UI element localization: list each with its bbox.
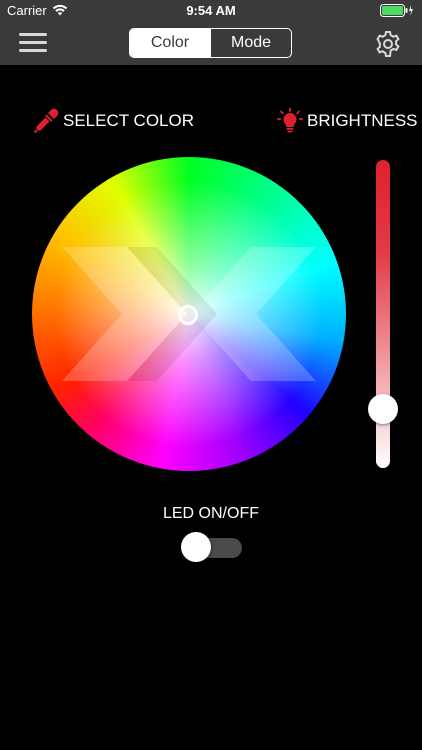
select-color-label: SELECT COLOR	[63, 111, 195, 130]
nav-bar: Color Mode	[0, 22, 422, 65]
mode-segmented-control: Color Mode	[129, 28, 292, 58]
tab-color[interactable]: Color	[130, 29, 210, 57]
color-wheel-picker-handle[interactable]	[178, 305, 198, 325]
status-time: 9:54 AM	[186, 3, 236, 18]
tab-mode[interactable]: Mode	[210, 29, 291, 57]
hamburger-menu-icon[interactable]	[19, 33, 47, 55]
brightness-label: BRIGHTNESS	[307, 111, 418, 130]
status-bar: Carrier 9:54 AM	[0, 0, 422, 22]
led-toggle-knob[interactable]	[181, 532, 211, 562]
led-label: LED ON/OFF	[162, 505, 259, 522]
brightness-slider-thumb[interactable]	[368, 394, 398, 425]
brightness-header: BRIGHTNESS	[277, 108, 418, 134]
light-bulb-icon	[277, 108, 303, 133]
battery-icon	[380, 4, 413, 17]
color-dropper-icon	[33, 108, 59, 134]
select-color-header: SELECT COLOR	[33, 108, 194, 134]
led-toggle[interactable]	[181, 532, 242, 562]
gear-icon[interactable]	[374, 30, 402, 58]
